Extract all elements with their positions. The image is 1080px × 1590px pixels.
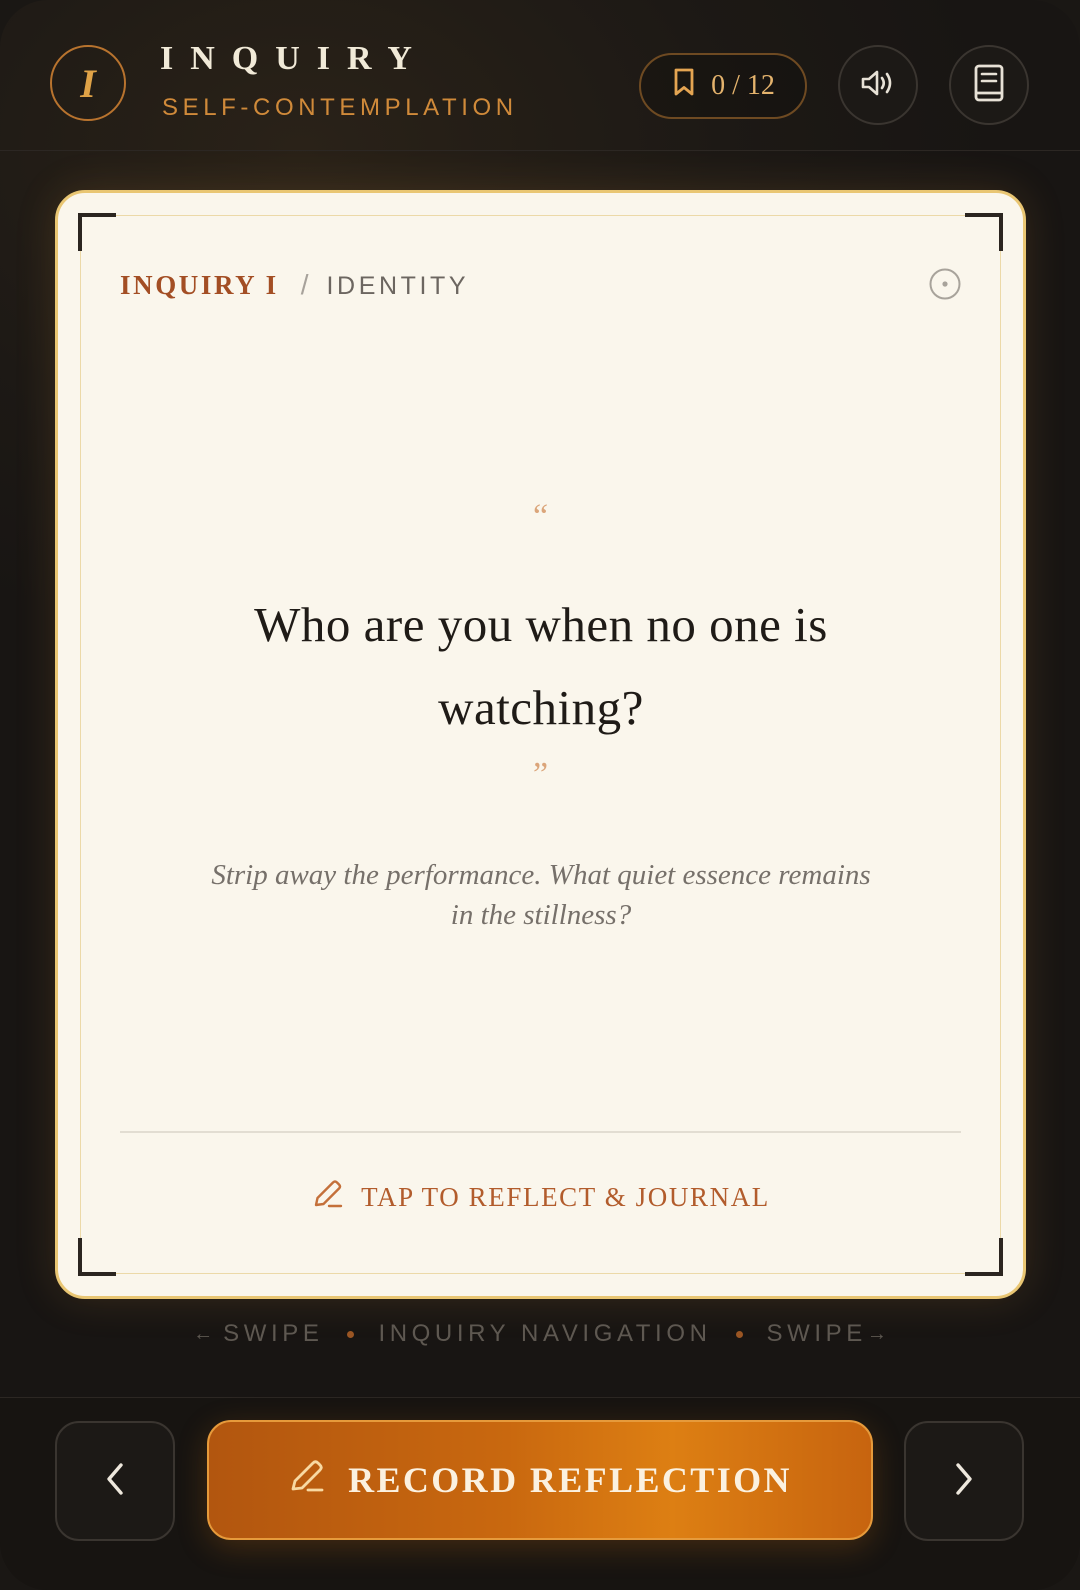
corner-ornament-top-left: [78, 213, 116, 251]
footer-bar: RECORD REFLECTION: [0, 1397, 1080, 1590]
breadcrumb-separator: /: [300, 269, 309, 300]
reflect-journal-label: TAP TO REFLECT & JOURNAL: [361, 1182, 770, 1212]
breadcrumb: INQUIRY I / IDENTITY: [120, 269, 469, 301]
saved-counter: 0 / 12: [711, 70, 775, 101]
bookmark-icon: [671, 67, 697, 105]
separator-dot: [735, 1330, 743, 1338]
header: I INQUIRY SELF-CONTEMPLATION 0 / 12: [0, 0, 1080, 151]
inquiry-card[interactable]: INQUIRY I / IDENTITY “ Who are you when …: [55, 190, 1026, 1299]
journal-button[interactable]: [949, 45, 1029, 125]
swipe-left-label: SWIPE: [223, 1320, 324, 1347]
pencil-icon: [288, 1458, 326, 1503]
app-subtitle: SELF-CONTEMPLATION: [162, 94, 518, 121]
swipe-right-label: SWIPE: [766, 1320, 867, 1347]
reflect-journal-link[interactable]: TAP TO REFLECT & JOURNAL: [58, 1178, 1023, 1217]
next-button[interactable]: [904, 1421, 1024, 1541]
swipe-hint: ← SWIPE INQUIRY NAVIGATION SWIPE →: [0, 1320, 1080, 1348]
journal-icon: [973, 64, 1005, 107]
app-title: INQUIRY: [160, 40, 429, 77]
inquiry-question: Who are you when no one is watching?: [254, 597, 828, 735]
pencil-icon: [311, 1178, 345, 1217]
logo-letter: I: [80, 60, 96, 106]
target-icon[interactable]: [929, 268, 961, 300]
app-window: I INQUIRY SELF-CONTEMPLATION 0 / 12 INQU…: [0, 0, 1080, 1590]
breadcrumb-inquiry: INQUIRY I: [120, 270, 279, 300]
open-quote-mark: “: [532, 498, 549, 535]
saved-counter-button[interactable]: 0 / 12: [639, 53, 807, 119]
corner-ornament-top-right: [965, 213, 1003, 251]
record-reflection-label: RECORD REFLECTION: [348, 1460, 792, 1500]
previous-button[interactable]: [55, 1421, 175, 1541]
chevron-left-icon: [103, 1461, 127, 1502]
left-arrow-glyph: ←: [193, 1322, 214, 1345]
right-arrow-glyph: →: [866, 1322, 887, 1345]
inquiry-navigation-label: INQUIRY NAVIGATION: [378, 1320, 712, 1347]
sound-button[interactable]: [838, 45, 918, 125]
speaker-icon: [860, 68, 896, 103]
corner-ornament-bottom-right: [965, 1238, 1003, 1276]
breadcrumb-category: IDENTITY: [326, 272, 470, 300]
separator-dot: [347, 1330, 355, 1338]
app-logo: I: [50, 45, 126, 121]
card-divider: [120, 1131, 961, 1133]
close-quote-mark: ”: [532, 756, 549, 793]
corner-ornament-bottom-left: [78, 1238, 116, 1276]
record-reflection-button[interactable]: RECORD REFLECTION: [207, 1420, 873, 1540]
inquiry-subtext: Strip away the performance. What quiet e…: [211, 859, 871, 931]
chevron-right-icon: [952, 1461, 976, 1502]
